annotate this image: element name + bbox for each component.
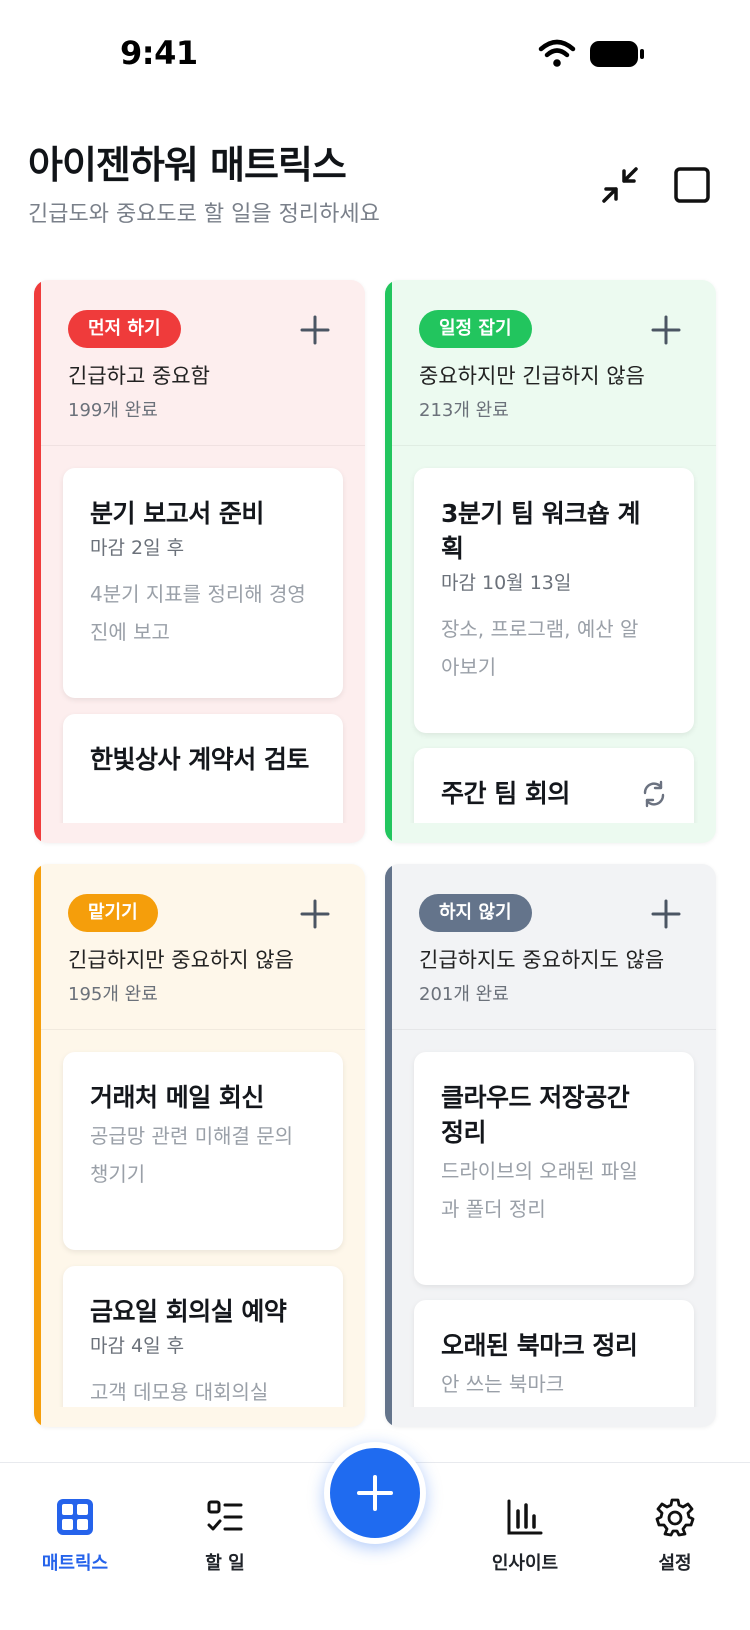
task-card[interactable]: 클라우드 저장공간 정리 드라이브의 오래된 파일과 폴더 정리 [414,1052,694,1285]
task-due: 마감 2일 후 [90,537,185,559]
battery-icon [590,41,644,67]
quadrant-subtitle: 중요하지만 긴급하지 않음 [419,364,645,388]
task-list[interactable]: 분기 보고서 준비 마감 2일 후 4분기 지표를 정리해 경영진에 보고 한빛… [41,446,365,823]
gear-icon [655,1498,695,1537]
collapse-arrows-icon [602,167,638,203]
quadrant-badge: 일정 잡기 [419,310,532,348]
completed-count: 195개 완료 [68,984,158,1005]
status-time: 9:41 [120,34,198,72]
task-card[interactable]: 오래된 북마크 정리 안 쓰는 북마크 [414,1300,694,1407]
plus-icon [651,899,681,929]
nav-label: 설정 [658,1553,692,1574]
quadrant-header: 맡기기 긴급하지만 중요하지 않음 195개 완료 [41,864,365,1029]
task-due: 마감 4일 후 [90,1335,185,1357]
repeat-icon [643,780,665,808]
quadrant-badge: 맡기기 [68,894,158,932]
quadrant-accent [385,280,392,843]
plus-icon [357,1475,393,1511]
collapse-button[interactable] [593,158,647,212]
bar-chart-icon [507,1499,543,1535]
quadrant-header: 먼저 하기 긴급하고 중요함 199개 완료 [41,280,365,445]
nav-label: 인사이트 [491,1553,559,1574]
task-title: 오래된 북마크 정리 [441,1331,638,1360]
quadrant-delegate: 맡기기 긴급하지만 중요하지 않음 195개 완료 거래처 메일 회신 공급망 … [34,864,365,1427]
task-due: 마감 10월 13일 [441,572,572,594]
task-title: 클라우드 저장공간 정리 [441,1083,630,1147]
add-task-fab[interactable] [324,1442,426,1544]
quadrant-accent [34,864,41,1427]
plus-icon [651,315,681,345]
task-description: 장소, 프로그램, 예산 알아보기 [441,617,639,679]
grid-icon [57,1499,93,1535]
completed-count: 201개 완료 [419,984,509,1005]
select-button[interactable] [665,158,719,212]
task-list[interactable]: 3분기 팀 워크숍 계획 마감 10월 13일 장소, 프로그램, 예산 알아보… [392,446,716,823]
add-task-button[interactable] [646,894,686,934]
completed-count: 199개 완료 [68,400,158,421]
task-title: 3분기 팀 워크숍 계획 [441,499,641,563]
header: 아이젠하워 매트릭스 긴급도와 중요도로 할 일을 정리하세요 [28,128,728,238]
task-card[interactable]: 한빛상사 계약서 검토 [63,714,343,823]
nav-item-matrix[interactable]: 매트릭스 [20,1497,130,1587]
quadrant-dont-do: 하지 않기 긴급하지도 중요하지도 않음 201개 완료 클라우드 저장공간 정… [385,864,716,1427]
plus-icon [300,899,330,929]
nav-label: 매트릭스 [41,1553,109,1574]
quadrant-header: 일정 잡기 중요하지만 긴급하지 않음 213개 완료 [392,280,716,445]
checklist-icon [207,1500,243,1531]
page-subtitle: 긴급도와 중요도로 할 일을 정리하세요 [28,202,380,227]
task-description: 드라이브의 오래된 파일과 폴더 정리 [441,1159,638,1221]
quadrant-header: 하지 않기 긴급하지도 중요하지도 않음 201개 완료 [392,864,716,1029]
task-description: 공급망 관련 미해결 문의 챙기기 [90,1124,294,1186]
nav-item-settings[interactable]: 설정 [620,1497,730,1587]
quadrant-badge: 하지 않기 [419,894,532,932]
nav-item-insights[interactable]: 인사이트 [470,1497,580,1587]
quadrant-do-first: 먼저 하기 긴급하고 중요함 199개 완료 분기 보고서 준비 마감 2일 후… [34,280,365,843]
nav-label: 할 일 [205,1553,245,1574]
task-title: 한빛상사 계약서 검토 [90,745,309,774]
add-task-button[interactable] [295,310,335,350]
page-title: 아이젠하워 매트릭스 [28,143,347,187]
wifi-icon [538,39,576,67]
task-card[interactable]: 주간 팀 회의 [414,748,694,823]
task-description: 4분기 지표를 정리해 경영진에 보고 [90,582,306,644]
task-description: 안 쓰는 북마크 [441,1372,565,1396]
quadrant-accent [34,280,41,843]
add-task-button[interactable] [295,894,335,934]
task-title: 거래처 메일 회신 [90,1083,264,1112]
task-title: 주간 팀 회의 [441,779,570,808]
task-card[interactable]: 금요일 회의실 예약 마감 4일 후 고객 데모용 대회의실 [63,1266,343,1407]
task-list[interactable]: 클라우드 저장공간 정리 드라이브의 오래된 파일과 폴더 정리 오래된 북마크… [392,1030,716,1407]
status-bar: 9:41 [0,0,750,100]
nav-item-todo[interactable]: 할 일 [170,1497,280,1587]
task-description: 고객 데모용 대회의실 [90,1380,269,1404]
plus-icon [300,315,330,345]
task-title: 금요일 회의실 예약 [90,1297,287,1326]
task-list[interactable]: 거래처 메일 회신 공급망 관련 미해결 문의 챙기기 금요일 회의실 예약 마… [41,1030,365,1407]
quadrant-schedule: 일정 잡기 중요하지만 긴급하지 않음 213개 완료 3분기 팀 워크숍 계획… [385,280,716,843]
add-task-button[interactable] [646,310,686,350]
task-card[interactable]: 3분기 팀 워크숍 계획 마감 10월 13일 장소, 프로그램, 예산 알아보… [414,468,694,733]
task-title: 분기 보고서 준비 [90,499,264,528]
completed-count: 213개 완료 [419,400,509,421]
task-card[interactable]: 분기 보고서 준비 마감 2일 후 4분기 지표를 정리해 경영진에 보고 [63,468,343,698]
quadrant-subtitle: 긴급하지도 중요하지도 않음 [419,948,665,972]
task-card[interactable]: 거래처 메일 회신 공급망 관련 미해결 문의 챙기기 [63,1052,343,1250]
square-icon [674,167,710,203]
quadrant-subtitle: 긴급하지만 중요하지 않음 [68,948,294,972]
quadrant-accent [385,864,392,1427]
quadrant-badge: 먼저 하기 [68,310,181,348]
quadrant-subtitle: 긴급하고 중요함 [68,364,210,388]
